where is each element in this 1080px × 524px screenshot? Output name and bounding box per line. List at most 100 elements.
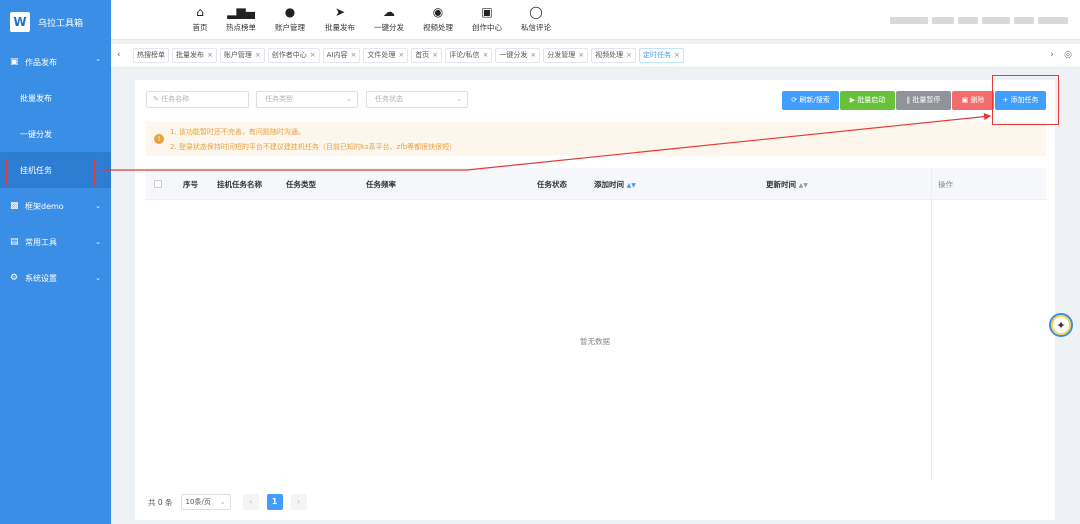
sidebar-group-works-publish[interactable]: ▣ 作品发布 ⌃ (0, 44, 111, 80)
refresh-search-button[interactable]: ⟳ 刷新/搜索 (782, 91, 839, 110)
pause-circle-icon: ‖ (906, 96, 911, 104)
top-navigation: ⌂ 首页 ▂▆▄ 热点榜单 ● 账户管理 ➤ 批量发布 ☁ 一键分发 ◉ 视频处… (111, 0, 1080, 40)
task-type-select[interactable]: 任务类型 ⌄ (256, 91, 358, 108)
sidebar-group-common-tools[interactable]: ▤ 常用工具 ⌄ (0, 224, 111, 260)
refresh-icon: ⟳ (791, 96, 798, 104)
column-task-type: 任务类型 (286, 180, 316, 189)
tab-item[interactable]: 创作者中心 × (267, 48, 320, 63)
tab-item[interactable]: 定时任务 × (638, 48, 684, 63)
chevron-down-icon: ⌄ (95, 238, 101, 246)
tab-item[interactable]: 首页 × (411, 48, 443, 63)
page-size-select[interactable]: 10条/页 ⌄ (180, 494, 231, 510)
sidebar-group-framework-demo[interactable]: ▩ 框架demo ⌄ (0, 188, 111, 224)
close-icon[interactable]: × (626, 49, 632, 62)
close-icon[interactable]: × (432, 49, 438, 62)
select-all-checkbox[interactable] (154, 180, 162, 188)
sidebar-group-label: 框架demo (25, 201, 64, 211)
total-count: 共 0 条 (148, 497, 173, 507)
assistant-float-icon[interactable]: ✦ (1049, 313, 1073, 337)
chevron-down-icon: ⌄ (456, 95, 462, 103)
tab-item[interactable]: 账户管理 × (219, 48, 265, 63)
tab-item[interactable]: 文件处理 × (363, 48, 409, 63)
column-added-time[interactable]: 添加时间 ▲▼ (594, 179, 636, 190)
tab-item[interactable]: 评论/私信 × (445, 48, 493, 63)
topnav-one-click-distribute[interactable]: ☁ 一键分发 (367, 4, 411, 33)
column-task-name: 挂机任务名称 (217, 180, 262, 189)
batch-start-button[interactable]: ▶ 批量启动 (840, 91, 895, 110)
tab-label: 批量发布 (176, 51, 204, 59)
close-icon[interactable]: × (350, 49, 356, 62)
chevron-left-icon[interactable]: ‹ (117, 50, 121, 60)
prev-page-button[interactable]: ‹ (242, 494, 259, 510)
close-icon[interactable]: × (207, 49, 213, 62)
gear-icon: ⚙ (10, 272, 19, 283)
chevron-down-icon: ⌄ (95, 202, 101, 210)
edit-icon: ✎ (153, 95, 159, 103)
warning-icon: ! (154, 134, 164, 144)
close-icon[interactable]: × (398, 49, 404, 62)
sidebar-item-label: 批量发布 (20, 93, 52, 103)
target-icon[interactable]: ◎ (1064, 50, 1072, 60)
annotation-box-add-task (992, 75, 1059, 125)
chevron-down-icon: ⌄ (346, 95, 352, 103)
delete-button[interactable]: ▣ 删除 (952, 91, 994, 110)
tab-label: 账户管理 (223, 51, 252, 59)
close-icon[interactable]: × (255, 49, 261, 62)
film-icon: ◉ (432, 5, 444, 19)
inbox-icon: ▣ (481, 5, 493, 19)
open-tabs: 热搜榜单 批量发布 × 账户管理 × 创作者中心 × AI内容 × 文件处理 × 首页 × 评论/私信 × 一… (133, 48, 684, 63)
tab-item[interactable]: 热搜榜单 (133, 48, 169, 63)
notice-line-2: 2. 登录状态保持时间短的平台不建议建挂机任务（目前已知的ks系平台、zfb等都… (170, 143, 457, 151)
column-updated-time[interactable]: 更新时间 ▲▼ (766, 179, 808, 190)
user-icon: ● (284, 5, 296, 19)
close-icon[interactable]: × (674, 49, 680, 62)
main-content: ✎ 任务名称 任务类型 ⌄ 任务状态 ⌄ ⟳ 刷新/搜索 ▶ 批量启动 ‖ 批量… (135, 80, 1055, 520)
tab-label: 视频处理 (595, 51, 624, 59)
tab-label: 热搜榜单 (137, 51, 165, 59)
chevron-up-icon: ⌃ (95, 58, 101, 66)
topnav-account-management[interactable]: ● 账户管理 (268, 4, 312, 33)
tab-label: 文件处理 (367, 51, 396, 59)
tab-item[interactable]: 批量发布 × (172, 48, 217, 63)
paper-plane-icon: ➤ (334, 5, 346, 19)
tab-label: 一键分发 (499, 51, 528, 59)
tab-item[interactable]: 一键分发 × (495, 48, 541, 63)
notice-line-1: 1. 该功能暂时还不完善，有问题随时沟通。 (170, 128, 305, 136)
sort-icon[interactable]: ▲▼ (799, 182, 808, 189)
column-index: 序号 (183, 180, 198, 189)
sort-icon[interactable]: ▲▼ (627, 182, 636, 189)
topnav-creator-center[interactable]: ▣ 创作中心 (465, 4, 509, 33)
close-icon[interactable]: × (578, 49, 584, 62)
sidebar-group-system-settings[interactable]: ⚙ 系统设置 ⌄ (0, 260, 111, 296)
sidebar-item-one-click-distribute[interactable]: 一键分发 (0, 116, 111, 152)
sidebar-item-batch-publish[interactable]: 批量发布 (0, 80, 111, 116)
close-icon[interactable]: × (482, 49, 488, 62)
tab-label: 定时任务 (642, 51, 671, 59)
chevron-down-icon: ⌄ (219, 498, 226, 506)
user-info-redacted[interactable] (890, 17, 1068, 24)
close-icon[interactable]: × (530, 49, 536, 62)
sidebar: W 乌拉工具箱 ▣ 作品发布 ⌃ 批量发布 一键分发 挂机任务 ▩ 框架demo… (0, 0, 111, 524)
topnav-hot-list[interactable]: ▂▆▄ 热点榜单 (219, 4, 263, 33)
topnav-home[interactable]: ⌂ 首页 (178, 4, 222, 33)
tab-item[interactable]: 分发管理 × (543, 48, 589, 63)
tab-label: 创作者中心 (271, 51, 307, 59)
topnav-video-processing[interactable]: ◉ 视频处理 (416, 4, 460, 33)
topnav-batch-publish[interactable]: ➤ 批量发布 (318, 4, 362, 33)
tab-item[interactable]: 视频处理 × (591, 48, 636, 63)
tab-item[interactable]: AI内容 × (322, 48, 361, 63)
task-name-input[interactable]: ✎ 任务名称 (146, 91, 249, 108)
chevron-right-icon[interactable]: › (1050, 50, 1054, 60)
trash-icon: ▣ (961, 96, 969, 104)
batch-pause-button[interactable]: ‖ 批量暂停 (896, 91, 951, 110)
briefcase-icon: ▣ (10, 56, 19, 67)
close-icon[interactable]: × (310, 49, 316, 62)
topnav-messages-comments[interactable]: ◯ 私信评论 (514, 4, 558, 33)
task-status-select[interactable]: 任务状态 ⌄ (366, 91, 468, 108)
logo-icon: W (10, 12, 30, 32)
table-header: 序号 挂机任务名称 任务类型 任务频率 任务状态 添加时间 ▲▼ 更新时间 ▲▼… (146, 168, 1046, 200)
app-title: 乌拉工具箱 (38, 18, 84, 29)
page-number-button[interactable]: 1 (266, 494, 283, 510)
bar-chart-icon: ▂▆▄ (227, 5, 255, 19)
next-page-button[interactable]: › (290, 494, 307, 510)
